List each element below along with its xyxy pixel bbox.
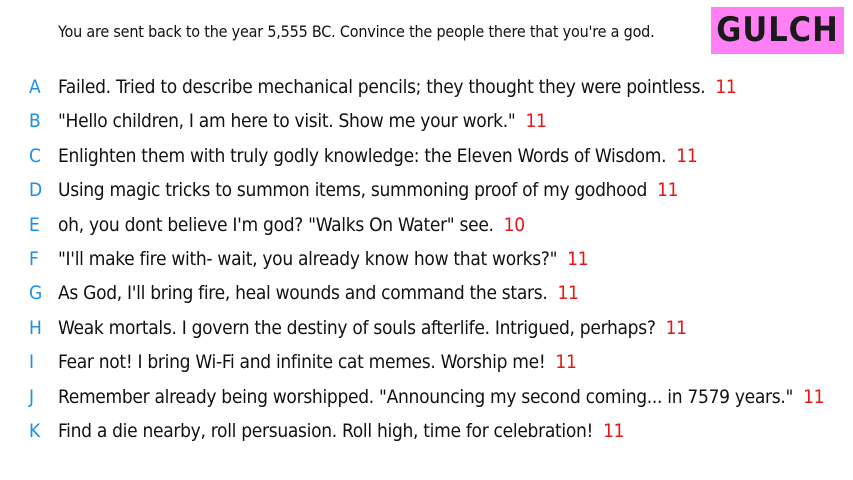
- answer-list: A Failed. Tried to describe mechanical p…: [0, 70, 853, 448]
- answer-score: 11: [657, 179, 679, 202]
- answer-row[interactable]: G As God, I'll bring fire, heal wounds a…: [0, 276, 853, 310]
- answer-score: 11: [676, 144, 698, 167]
- answer-score: 11: [525, 110, 547, 133]
- answer-letter: G: [29, 282, 43, 305]
- brand-logo: GULCH: [711, 7, 844, 54]
- answer-body: oh, you dont believe I'm god? "Walks On …: [58, 208, 525, 242]
- answer-score: 11: [603, 419, 625, 442]
- answer-score: 10: [503, 213, 525, 236]
- answer-text: Enlighten them with truly godly knowledg…: [58, 144, 667, 167]
- answer-row[interactable]: J Remember already being worshipped. "An…: [0, 380, 853, 414]
- answer-text: "Hello children, I am here to visit. Sho…: [58, 110, 516, 133]
- answer-letter: I: [29, 351, 35, 374]
- answer-text: "I'll make fire with- wait, you already …: [58, 247, 558, 270]
- answer-body: "Hello children, I am here to visit. Sho…: [58, 104, 547, 138]
- answer-body: Fear not! I bring Wi-Fi and infinite cat…: [58, 345, 577, 379]
- answer-letter: J: [29, 385, 35, 408]
- answer-score: 11: [555, 351, 577, 374]
- answer-body: As God, I'll bring fire, heal wounds and…: [58, 276, 579, 310]
- answer-letter: D: [29, 179, 43, 202]
- answer-letter: B: [29, 110, 41, 133]
- answer-row[interactable]: F "I'll make fire with- wait, you alread…: [0, 242, 853, 276]
- prompt-text: You are sent back to the year 5,555 BC. …: [58, 22, 655, 41]
- answer-letter: A: [29, 76, 41, 98]
- answer-text: As God, I'll bring fire, heal wounds and…: [58, 282, 548, 305]
- answer-score: 11: [715, 76, 737, 98]
- answer-letter: E: [29, 213, 40, 236]
- answer-row[interactable]: B "Hello children, I am here to visit. S…: [0, 104, 853, 138]
- answer-score: 11: [665, 316, 687, 339]
- answer-text: Weak mortals. I govern the destiny of so…: [58, 316, 656, 339]
- answer-body: Using magic tricks to summon items, summ…: [58, 173, 679, 207]
- answer-text: oh, you dont believe I'm god? "Walks On …: [58, 213, 494, 236]
- answer-text: Failed. Tried to describe mechanical pen…: [58, 76, 706, 98]
- answer-letter: C: [29, 144, 41, 167]
- answer-body: Remember already being worshipped. "Anno…: [58, 380, 825, 414]
- answer-score: 11: [803, 385, 825, 408]
- answer-body: Weak mortals. I govern the destiny of so…: [58, 311, 687, 345]
- answer-row[interactable]: C Enlighten them with truly godly knowle…: [0, 139, 853, 173]
- answer-row[interactable]: K Find a die nearby, roll persuasion. Ro…: [0, 414, 853, 448]
- answer-body: Find a die nearby, roll persuasion. Roll…: [58, 414, 625, 448]
- answer-score: 11: [567, 247, 589, 270]
- answer-text: Using magic tricks to summon items, summ…: [58, 179, 648, 202]
- answer-text: Fear not! I bring Wi-Fi and infinite cat…: [58, 351, 546, 374]
- answer-text: Remember already being worshipped. "Anno…: [58, 385, 794, 408]
- answer-letter: H: [29, 316, 42, 339]
- answer-row[interactable]: E oh, you dont believe I'm god? "Walks O…: [0, 208, 853, 242]
- answer-row[interactable]: H Weak mortals. I govern the destiny of …: [0, 311, 853, 345]
- answer-letter: K: [29, 419, 41, 442]
- answer-body: Failed. Tried to describe mechanical pen…: [58, 70, 737, 104]
- answer-row[interactable]: D Using magic tricks to summon items, su…: [0, 173, 853, 207]
- answer-text: Find a die nearby, roll persuasion. Roll…: [58, 419, 594, 442]
- answer-body: Enlighten them with truly godly knowledg…: [58, 139, 698, 173]
- answer-body: "I'll make fire with- wait, you already …: [58, 242, 589, 276]
- answer-row[interactable]: A Failed. Tried to describe mechanical p…: [0, 70, 853, 104]
- answer-score: 11: [557, 282, 579, 305]
- answer-letter: F: [29, 247, 39, 270]
- answer-row[interactable]: I Fear not! I bring Wi-Fi and infinite c…: [0, 345, 853, 379]
